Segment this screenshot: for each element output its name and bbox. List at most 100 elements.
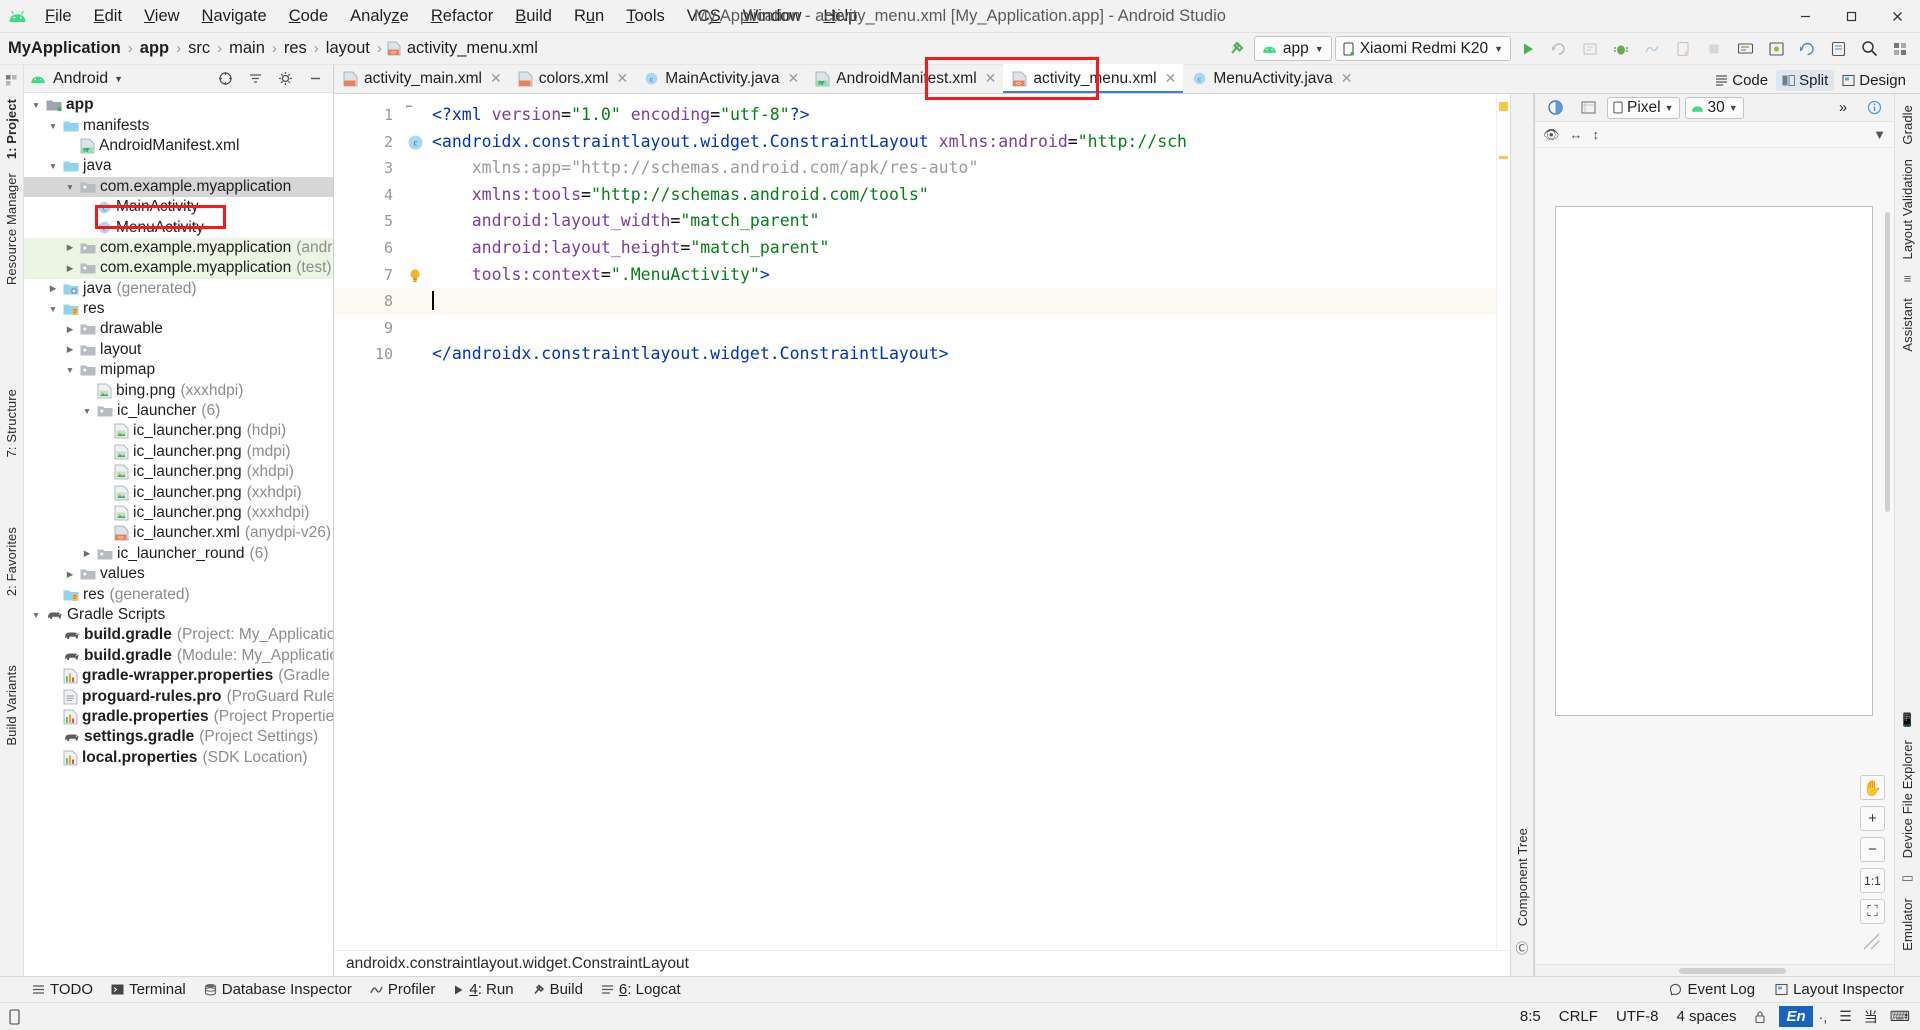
settings-gear-icon[interactable] [271,66,299,92]
pan-hand-icon[interactable]: ✋ [1860,775,1885,800]
tool-button-logcat[interactable]: 6: Logcat [593,979,689,1000]
rail-item-structure[interactable]: 7: Structure [4,382,19,464]
code-line-9[interactable] [402,315,1496,342]
stop-button[interactable] [1700,36,1728,62]
line-number-3[interactable]: 3 [334,155,402,182]
view-mode-code[interactable]: Code [1709,70,1774,91]
tree-row-settings-gradle[interactable]: ▶ settings.gradle(Project Settings) [24,727,333,747]
tool-button-profiler[interactable]: Profiler [362,979,444,1000]
close-button[interactable] [1874,0,1920,33]
chevron-right-icon[interactable]: ▶ [64,569,76,580]
editor-tab-activity-main-xml[interactable]: activity_main.xml ✕ [334,64,509,93]
device-preview-frame[interactable] [1555,206,1873,716]
editor-tab-mainactivity-java[interactable]: c MainActivity.java ✕ [635,64,806,93]
eye-visibility-icon[interactable]: 👁 [1543,127,1560,143]
tree-row-mipmap[interactable]: ▼ mipmap [24,360,333,380]
code-line-2[interactable]: − <androidx.constraintlayout.widget.Const… [402,100,1496,156]
lock-icon[interactable] [1745,1008,1775,1026]
line-number-4[interactable]: 4 [334,182,402,209]
line-separator[interactable]: CRLF [1550,1006,1607,1027]
close-tab-icon[interactable]: ✕ [985,70,997,87]
tool-button-build[interactable]: Build [524,979,591,1000]
tool-button-database-inspector[interactable]: Database Inspector [196,979,360,1000]
chevron-right-icon[interactable]: ▶ [81,548,93,559]
chevron-right-icon[interactable]: ▶ [64,324,76,335]
apply-code-changes-icon[interactable] [1576,36,1604,62]
breadcrumb-item-main[interactable]: main [227,39,267,58]
editor-tab-bar[interactable]: activity_main.xml ✕ colors.xml ✕ c MainActivi… [334,64,1920,94]
vertical-constraint-icon[interactable]: ↕ [1593,127,1600,142]
project-structure-icon[interactable] [1886,36,1914,62]
close-tab-icon[interactable]: ✕ [617,70,629,87]
code-line-8[interactable] [402,288,1496,315]
breadcrumb-item-app[interactable]: app [138,39,171,58]
tool-button-todo[interactable]: TODO [24,979,101,1000]
breadcrumb-item-layout[interactable]: layout [324,39,372,58]
code-line-6[interactable]: android:layout_height="match_parent" [402,235,1496,262]
file-encoding[interactable]: UTF-8 [1607,1006,1668,1027]
breadcrumb-item-res[interactable]: res [282,39,309,58]
tree-row-com-example-myapplication[interactable]: ▼ com.example.myapplication [24,176,333,197]
tree-row-androidmanifest-xml[interactable]: ▶ MF AndroidManifest.xml [24,136,333,156]
line-number-6[interactable]: 6 [334,235,402,262]
chevron-down-icon[interactable]: ▼ [30,610,42,620]
chevron-right-icon[interactable]: ▶ [64,242,76,253]
preview-canvas[interactable]: ✋ + − 1:1 ⛶ [1535,148,1894,964]
chevron-down-icon[interactable]: ▼ [47,304,59,314]
tree-row-ic-launcher-png[interactable]: ▶ ic_launcher.png(hdpi) [24,421,333,441]
sdk-manager-icon[interactable] [1731,36,1759,62]
api-level-selector[interactable]: 30 ▼ [1684,96,1744,119]
horizontal-constraint-icon[interactable]: ↔ [1570,127,1583,142]
profiler-icon[interactable] [1638,36,1666,62]
device-manager-icon[interactable] [1669,36,1697,62]
rail-item-layout-validation[interactable]: Layout Validation [1900,152,1915,266]
device-preview-selector[interactable]: Pixel ▼ [1607,96,1680,119]
code-line-5[interactable]: android:layout_width="match_parent" [402,208,1496,235]
design-surface-icon[interactable] [1541,95,1569,121]
chevron-down-icon[interactable]: ▼ [30,100,42,110]
device-file-explorer-icon[interactable]: 📱 [1899,707,1915,733]
tree-row-ic-launcher-png[interactable]: ▶ ic_launcher.png(mdpi) [24,442,333,462]
tree-row-gradle-properties[interactable]: ▶ gradle.properties(Project Properties) [24,707,333,727]
menu-build[interactable]: Build [504,4,563,29]
select-opened-file-icon[interactable] [211,66,239,92]
minimize-button[interactable] [1782,0,1828,33]
tool-button-event-log[interactable]: Event Log [1662,979,1764,1000]
zoom-out-button[interactable]: − [1860,837,1885,862]
build-hammer-icon[interactable] [1223,36,1251,62]
line-number-1[interactable]: 1 [334,102,402,129]
editor-tab-colors-xml[interactable]: colors.xml ✕ [509,64,636,93]
zoom-fit-button[interactable]: ⛶ [1860,899,1885,924]
menu-run[interactable]: Run [563,4,615,29]
close-tab-icon[interactable]: ✕ [1165,70,1177,87]
menu-window[interactable]: Window [732,4,813,29]
menu-analyze[interactable]: Analyze [339,4,420,29]
marker-warning-2[interactable] [1499,156,1508,159]
editor-tab-menuactivity-java[interactable]: c MenuActivity.java ✕ [1183,64,1359,93]
line-number-8[interactable]: 8 [334,288,402,315]
line-number-9[interactable]: 9 [334,315,402,342]
tree-row-com-example-myapplication[interactable]: ▶ com.example.myapplication(androidTest) [24,237,333,259]
tree-row-bing-png[interactable]: ▶ bing.png(xxxhdpi) [24,380,333,400]
preview-horizontal-scrollbar[interactable] [1535,964,1894,976]
tree-row-ic-launcher-png[interactable]: ▶ ic_launcher.png(xhdpi) [24,462,333,482]
close-tab-icon[interactable]: ✕ [1341,70,1353,87]
tree-row-build-gradle[interactable]: ▶ build.gradle(Project: My_Application) [24,625,333,645]
error-stripe-markers[interactable] [1496,94,1510,950]
chevron-down-icon[interactable]: ▼ [114,74,123,84]
chevron-down-icon[interactable]: ▼ [81,406,93,416]
tool-button-layout-inspector[interactable]: Layout Inspector [1767,979,1912,1000]
device-selector[interactable]: Xiaomi Redmi K20 ▼ [1334,36,1511,61]
code-scroll-area[interactable]: 1 2 c 3 4 5 6 7 8 9 10 <?xml version="1.0" encodin… [334,94,1510,950]
apply-changes-icon[interactable] [1545,36,1573,62]
chevron-right-icon[interactable]: ▶ [64,344,76,355]
tree-row-ic-launcher-png[interactable]: ▶ ic_launcher.png(xxhdpi) [24,482,333,502]
emulator-icon[interactable]: ▭ [1901,865,1913,891]
tree-row-menuactivity[interactable]: ▶ c MenuActivity [24,217,333,237]
menu-file[interactable]: File [34,4,83,29]
rail-item-build-variants[interactable]: Build Variants [4,658,19,753]
tree-row-res[interactable]: ▶ res(generated) [24,584,333,604]
tree-row-gradle-scripts[interactable]: ▼ Gradle Scripts [24,605,333,625]
tree-row-manifests[interactable]: ▼ manifests [24,115,333,135]
maximize-button[interactable] [1828,0,1874,33]
